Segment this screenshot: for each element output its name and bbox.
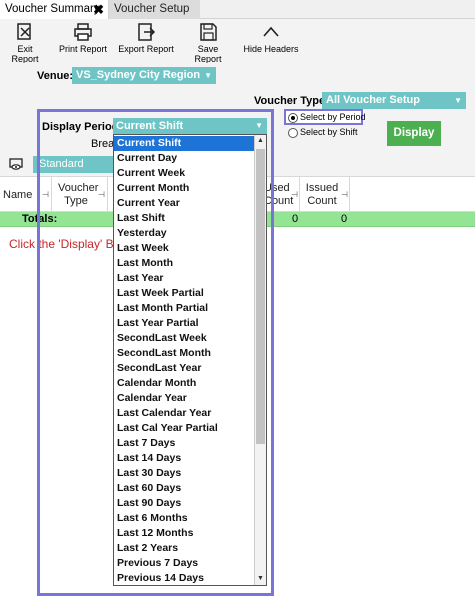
- venue-value: VS_Sydney City Region: [76, 69, 201, 81]
- period-option[interactable]: Last Year: [114, 271, 254, 286]
- period-option[interactable]: Current Month: [114, 181, 254, 196]
- period-option[interactable]: Yesterday: [114, 226, 254, 241]
- period-option[interactable]: Last 7 Days: [114, 436, 254, 451]
- scroll-down-icon[interactable]: ▼: [255, 573, 266, 585]
- tab-strip: Voucher Summary ✖ Voucher Setup: [0, 0, 475, 19]
- chevron-up-icon: [263, 26, 279, 37]
- voucher-type-label: Voucher Type:: [254, 95, 329, 107]
- list-scrollbar[interactable]: ▲ ▼: [254, 135, 266, 585]
- period-option[interactable]: Last 6 Months: [114, 511, 254, 526]
- tab-label: Voucher Summary: [5, 3, 100, 15]
- period-option[interactable]: SecondLast Month: [114, 346, 254, 361]
- save-report-button[interactable]: Save Report: [183, 22, 233, 64]
- period-option[interactable]: Current Week: [114, 166, 254, 181]
- period-option[interactable]: Last Week Partial: [114, 286, 254, 301]
- select-by-shift-option[interactable]: Select by Shift: [288, 127, 358, 138]
- scroll-up-icon[interactable]: ▲: [255, 135, 266, 147]
- period-option[interactable]: Last 90 Days: [114, 496, 254, 511]
- venue-label: Venue:: [37, 70, 74, 82]
- period-option[interactable]: Current Year: [114, 196, 254, 211]
- chevron-down-icon: ▼: [204, 71, 212, 80]
- hide-headers-button[interactable]: Hide Headers: [243, 22, 299, 62]
- display-period-value: Current Shift: [116, 120, 184, 132]
- venue-dropdown[interactable]: VS_Sydney City Region ▼: [72, 67, 216, 84]
- tab-voucher-setup[interactable]: Voucher Setup: [109, 0, 200, 19]
- exit-report-icon: [17, 23, 31, 40]
- pin-icon[interactable]: ⊣: [341, 190, 348, 199]
- period-option[interactable]: Calendar Year: [114, 391, 254, 406]
- totals-used-count: 0: [292, 213, 299, 225]
- period-option[interactable]: Last 14 Days: [114, 451, 254, 466]
- eye-icon[interactable]: [9, 158, 23, 170]
- chevron-down-icon: ▼: [255, 121, 263, 130]
- breakdown-label: Brea: [91, 138, 115, 150]
- period-option[interactable]: Last Month: [114, 256, 254, 271]
- period-option[interactable]: Previous 7 Days: [114, 556, 254, 571]
- display-period-dropdown[interactable]: Current Shift ▼: [113, 118, 267, 134]
- period-option[interactable]: Last 2 Years: [114, 541, 254, 556]
- period-option[interactable]: Current Shift: [114, 136, 254, 151]
- totals-issued-count: 0: [341, 213, 348, 225]
- period-option[interactable]: SecondLast Year: [114, 361, 254, 376]
- printer-icon: [74, 23, 92, 41]
- period-option[interactable]: Last 12 Months: [114, 526, 254, 541]
- period-option[interactable]: Last 30 Days: [114, 466, 254, 481]
- close-icon[interactable]: ✖: [93, 0, 104, 19]
- exit-report-label: Exit Report: [11, 44, 39, 64]
- column-issued-count-label: Issued Count: [305, 182, 339, 207]
- period-option[interactable]: Previous 14 Days: [114, 571, 254, 585]
- select-by-period-label: Select by Period: [300, 112, 366, 122]
- tab-label: Voucher Setup: [114, 3, 190, 15]
- radio-select-by-shift[interactable]: [288, 127, 298, 138]
- display-period-label: Display Period:: [42, 121, 123, 133]
- exit-report-button[interactable]: Exit Report: [3, 22, 47, 64]
- period-option[interactable]: Current Day: [114, 151, 254, 166]
- hide-headers-label: Hide Headers: [243, 44, 299, 54]
- voucher-type-value: All Voucher Setup: [326, 94, 420, 106]
- period-option[interactable]: Last Calendar Year: [114, 406, 254, 421]
- radio-select-by-period[interactable]: [288, 112, 298, 123]
- scroll-thumb[interactable]: [256, 149, 265, 444]
- column-header-issued-count[interactable]: Issued Count ⊣: [300, 177, 350, 213]
- display-button[interactable]: Display: [387, 121, 441, 146]
- voucher-type-dropdown[interactable]: All Voucher Setup ▼: [322, 92, 466, 109]
- save-icon: [200, 23, 217, 41]
- period-option[interactable]: Last Shift: [114, 211, 254, 226]
- display-period-list[interactable]: ▲ ▼ Current Shift Current Day Current Week…: [113, 134, 267, 586]
- period-option[interactable]: Calendar Month: [114, 376, 254, 391]
- toolbar: Exit Report Print Report Export Report S…: [0, 19, 475, 64]
- export-icon: [138, 23, 156, 41]
- print-report-label: Print Report: [58, 44, 108, 54]
- select-by-shift-label: Select by Shift: [300, 127, 358, 137]
- select-by-period-option[interactable]: Select by Period: [284, 109, 366, 125]
- period-option[interactable]: Last Year Partial: [114, 316, 254, 331]
- print-report-button[interactable]: Print Report: [58, 22, 108, 62]
- export-report-label: Export Report: [118, 44, 174, 54]
- export-report-button[interactable]: Export Report: [118, 22, 174, 62]
- period-option[interactable]: Last Cal Year Partial: [114, 421, 254, 436]
- tab-voucher-summary[interactable]: Voucher Summary ✖: [0, 0, 109, 19]
- chevron-down-icon: ▼: [454, 96, 462, 105]
- pin-icon[interactable]: ⊣: [291, 190, 298, 199]
- save-report-label: Save Report: [194, 44, 222, 64]
- column-name-label: Name: [3, 189, 33, 201]
- period-option[interactable]: Last Week: [114, 241, 254, 256]
- period-option[interactable]: SecondLast Week: [114, 331, 254, 346]
- period-option[interactable]: Last 60 Days: [114, 481, 254, 496]
- period-option[interactable]: Last Month Partial: [114, 301, 254, 316]
